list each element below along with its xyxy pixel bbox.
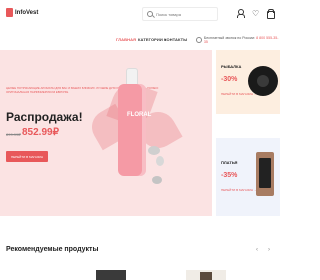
nav-contacts[interactable]: КОНТАКТЫ (164, 37, 187, 42)
promo-dresses[interactable]: ПЛАТЬЯ -35% ПЕРЕЙТИ В МАГАЗИН → (216, 138, 280, 216)
speaker-image (248, 66, 278, 96)
shop-now-button[interactable]: ПЕРЕЙТИ В МАГАЗИН (6, 151, 48, 162)
promo-link[interactable]: ПЕРЕЙТИ В МАГАЗИН → (221, 92, 257, 96)
pebble-decoration (148, 146, 160, 155)
pebble-decoration (156, 156, 164, 166)
logo[interactable]: InfoVest (6, 8, 38, 17)
promo-fishing[interactable]: РЫБАЛКА -30% ПЕРЕЙТИ В МАГАЗИН → (216, 50, 280, 114)
hero-title: Распродажа! (6, 110, 83, 124)
promo-title: РЫБАЛКА (221, 64, 242, 69)
cart-icon[interactable] (266, 9, 275, 19)
promo-title: ПЛАТЬЯ (221, 160, 238, 165)
hero-banner: ЦЕЛЫЕ ПОТРЯСАЮЩИЕ АРОМАТЫ ДЛЯ ВАС И ВАШИ… (0, 50, 212, 216)
pebble-decoration (152, 176, 162, 184)
heart-icon[interactable]: ♡ (252, 9, 260, 18)
user-icon[interactable] (236, 9, 245, 18)
logo-text: InfoVest (15, 9, 39, 16)
hero-description: ЦЕЛЫЕ ПОТРЯСАЮЩИЕ АРОМАТЫ ДЛЯ ВАС И ВАШИ… (6, 86, 159, 94)
promo-link[interactable]: ПЕРЕЙТИ В МАГАЗИН → (221, 188, 257, 192)
new-price: 852.99₽ (22, 127, 59, 138)
bottle-body (118, 84, 146, 176)
old-price: 899.99₽ (6, 132, 21, 137)
phone-text: Бесплатный звонок по России: 8 800 555-3… (204, 36, 280, 44)
carousel-next-button[interactable]: › (268, 247, 270, 253)
phone-icon (196, 36, 202, 43)
logo-icon (6, 8, 13, 17)
heater-image (256, 152, 274, 196)
main-nav: ГЛАВНАЯ КАТЕГОРИИ▼ КОНТАКТЫ Бесплатный з… (0, 34, 280, 46)
site-header: InfoVest ♡ (0, 0, 280, 30)
section-title: Рекомендуемые продукты (6, 246, 99, 253)
search-icon (147, 11, 153, 17)
product-thumbnail[interactable] (186, 270, 226, 280)
promo-discount: -30% (221, 76, 238, 83)
nav-home[interactable]: ГЛАВНАЯ (116, 37, 136, 42)
search-input[interactable] (156, 10, 216, 19)
nav-categories-label: КАТЕГОРИИ (138, 37, 163, 42)
perfume-bottle-image: FLORAL (118, 68, 151, 176)
promo-discount: -35% (221, 172, 238, 179)
search-box[interactable] (142, 7, 218, 21)
product-thumbnail[interactable] (96, 270, 126, 280)
phone-label: Бесплатный звонок по России: (203, 35, 256, 40)
nav-categories[interactable]: КАТЕГОРИИ▼ (138, 37, 167, 42)
phone-block: Бесплатный звонок по России: 8 800 555-3… (196, 35, 280, 44)
carousel-prev-button[interactable]: ‹ (256, 247, 258, 253)
bottle-label: FLORAL (127, 112, 151, 119)
